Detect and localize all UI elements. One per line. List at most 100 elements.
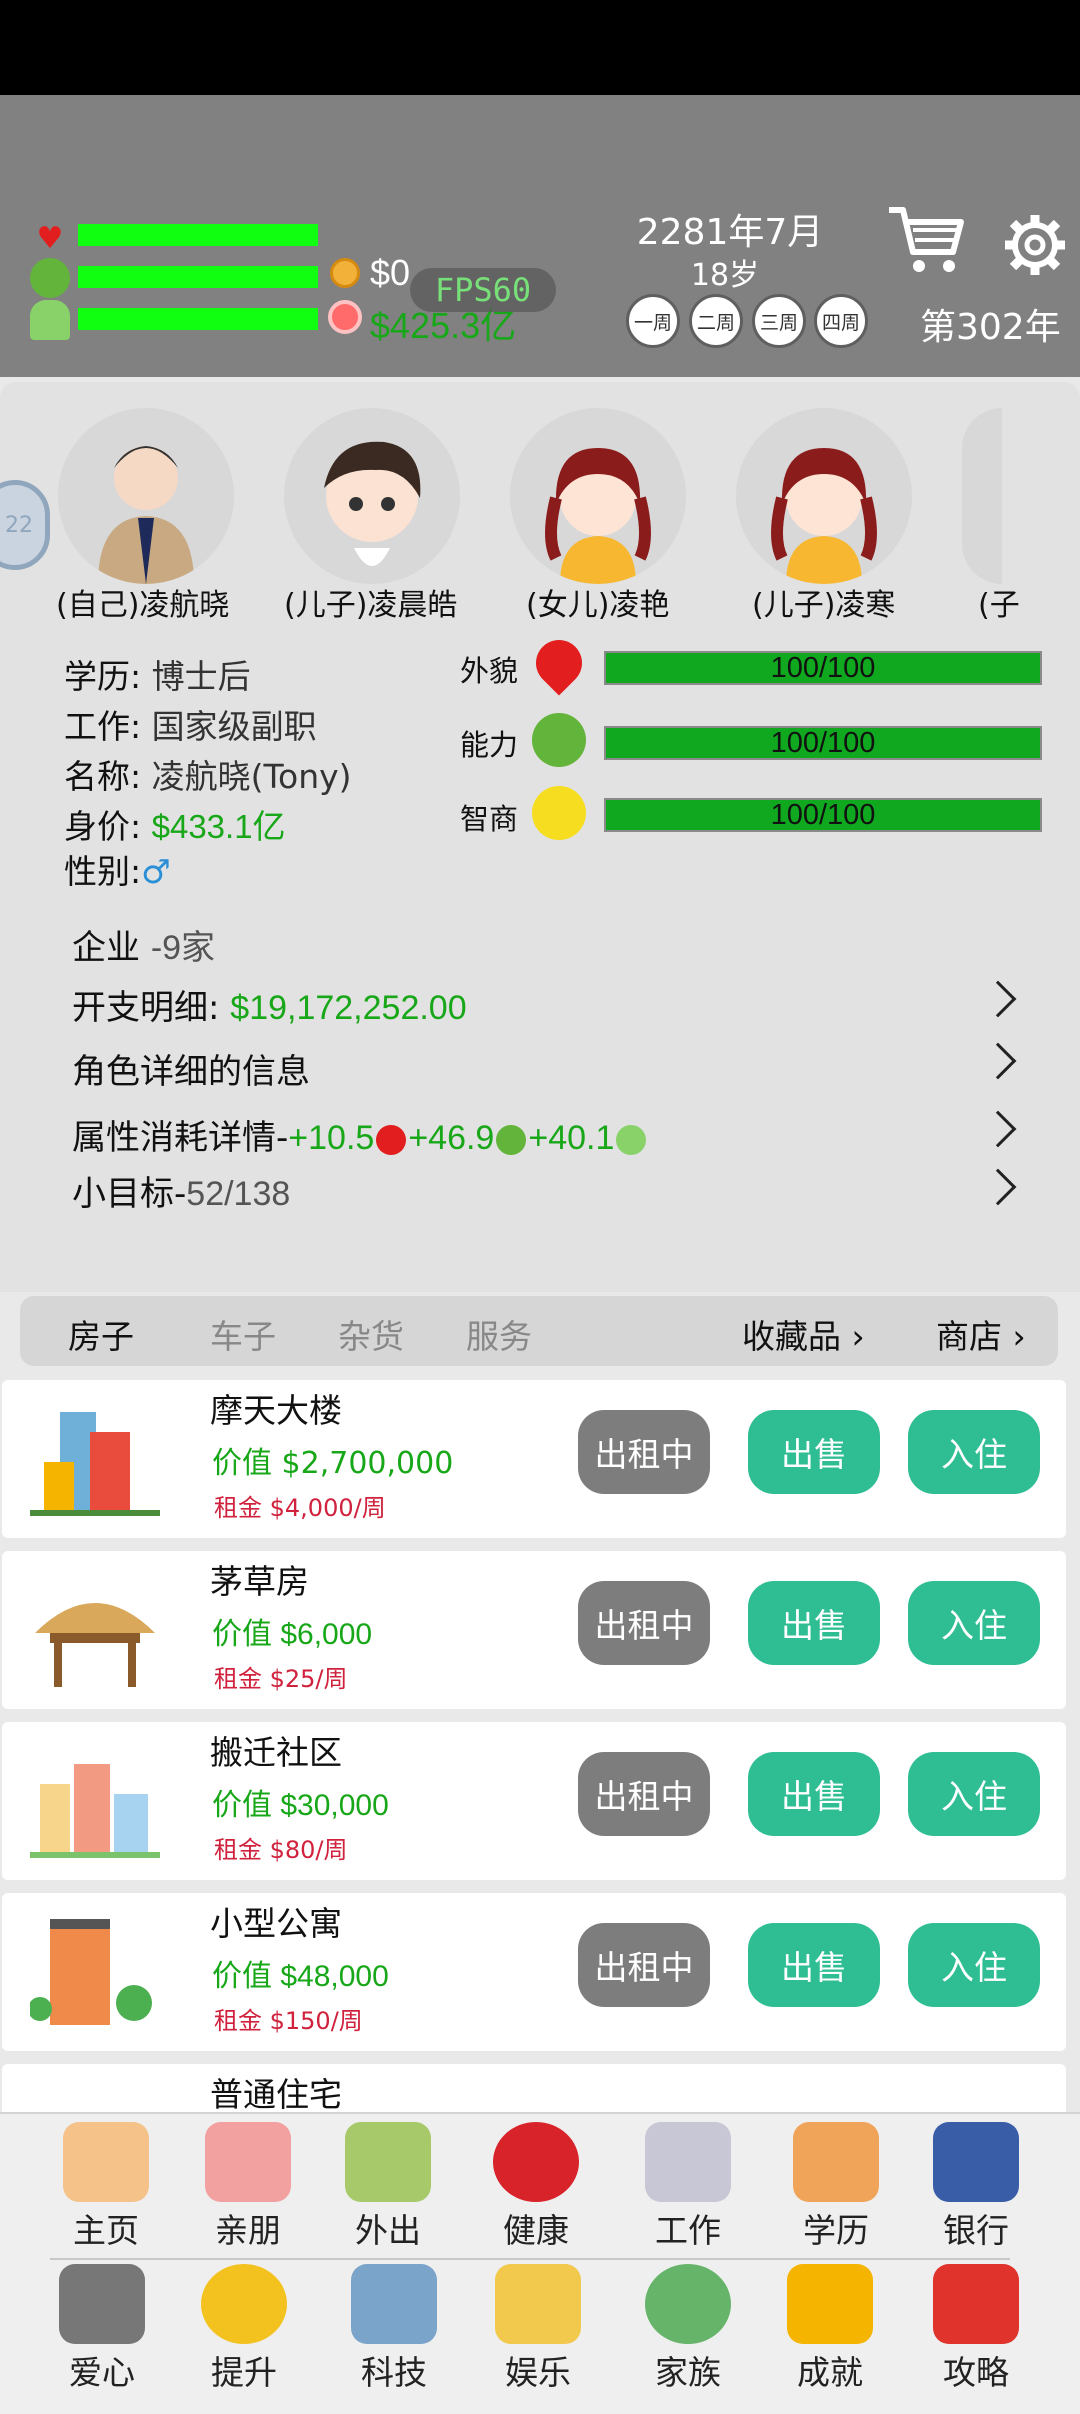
property-price: 价值 $30,000 bbox=[212, 1789, 389, 1822]
nav-education[interactable]: 学历 bbox=[776, 2122, 896, 2252]
job-label: 工作: bbox=[64, 707, 142, 746]
nav-health[interactable]: 健康 bbox=[476, 2122, 596, 2252]
stat-label-ability: 能力 bbox=[460, 728, 519, 762]
property-title: 茅草房 bbox=[210, 1562, 309, 1601]
education-row: 学历: 博士后 bbox=[64, 650, 251, 698]
family-name-son-1: (儿子)凌晨皓 bbox=[284, 588, 458, 623]
tab-house[interactable]: 房子 bbox=[68, 1310, 134, 1358]
category-tabs bbox=[20, 1296, 1058, 1366]
camping-icon bbox=[345, 2122, 431, 2202]
renting-button[interactable]: 出租中 bbox=[578, 1410, 710, 1494]
gender-row: 性别:♂ bbox=[64, 845, 171, 893]
fps-badge: FPS60 bbox=[410, 268, 556, 312]
attribute-consumption-row[interactable]: 属性消耗详情-+10.5 +46.9 +40.1 bbox=[72, 1110, 648, 1159]
nav-label: 银行 bbox=[943, 2211, 1009, 2250]
renting-button[interactable]: 出租中 bbox=[578, 1752, 710, 1836]
avatar-self[interactable] bbox=[58, 408, 234, 584]
family-name-son-2: (儿子)凌寒 bbox=[752, 588, 896, 623]
sell-button[interactable]: 出售 bbox=[748, 1410, 880, 1494]
avatar-son-1[interactable] bbox=[284, 408, 460, 584]
thatched-hut-icon bbox=[35, 1603, 155, 1687]
sell-button[interactable]: 出售 bbox=[748, 1923, 880, 2007]
attr-iq-value: +40.1 bbox=[528, 1119, 615, 1157]
bank-icon bbox=[933, 2122, 1019, 2202]
stat-bar-looks: 100/100 bbox=[604, 651, 1042, 685]
property-title: 普通住宅 bbox=[210, 2075, 342, 2114]
nav-outing[interactable]: 外出 bbox=[328, 2122, 448, 2252]
property-price: 价值 $2,700,000 bbox=[212, 1446, 454, 1481]
week-4-button[interactable]: 四周 bbox=[814, 294, 868, 348]
tab-goods[interactable]: 杂货 bbox=[338, 1310, 404, 1358]
education-label: 学历: bbox=[64, 657, 142, 696]
nav-label: 攻略 bbox=[943, 2353, 1009, 2392]
nav-label: 提升 bbox=[211, 2353, 277, 2392]
family-tree-icon bbox=[645, 2264, 731, 2344]
renting-button[interactable]: 出租中 bbox=[578, 1923, 710, 2007]
education-value: 博士后 bbox=[151, 657, 251, 696]
brain-icon bbox=[30, 300, 70, 340]
property-card bbox=[2, 1893, 1066, 2051]
iq-bar bbox=[78, 308, 318, 330]
dock-divider bbox=[50, 2258, 1010, 2260]
male-icon: ♂ bbox=[141, 852, 171, 891]
nav-bank[interactable]: 银行 bbox=[916, 2122, 1036, 2252]
lightbulb-icon bbox=[201, 2264, 287, 2344]
goal-row[interactable]: 小目标-52/138 bbox=[72, 1166, 290, 1215]
heart-icon bbox=[376, 1124, 407, 1155]
job-value: 国家级副职 bbox=[151, 707, 317, 746]
sell-button[interactable]: 出售 bbox=[748, 1752, 880, 1836]
worth-label: 身价: bbox=[64, 807, 142, 846]
family-name-self: (自己)凌航晓 bbox=[56, 588, 230, 623]
property-price: 价值 $6,000 bbox=[212, 1618, 373, 1651]
nav-guide[interactable]: 攻略 bbox=[916, 2264, 1036, 2394]
worker-icon bbox=[645, 2122, 731, 2202]
avatar-son-2[interactable] bbox=[736, 408, 912, 584]
nav-work[interactable]: 工作 bbox=[628, 2122, 748, 2252]
companies-label: 企业 bbox=[72, 928, 140, 968]
property-rent: 租金 $150/周 bbox=[214, 2007, 363, 2035]
side-drawer-handle[interactable]: 22 bbox=[0, 480, 50, 570]
expense-row[interactable]: 开支明细: $19,172,252.00 bbox=[72, 980, 467, 1029]
week-3-button[interactable]: 三周 bbox=[752, 294, 806, 348]
avatar-daughter[interactable] bbox=[510, 408, 686, 584]
attr-looks-value: +10.5 bbox=[288, 1119, 375, 1157]
avatar-partial[interactable] bbox=[962, 408, 1002, 584]
move-in-button[interactable]: 入住 bbox=[908, 1581, 1040, 1665]
shopping-cart-icon[interactable] bbox=[885, 200, 965, 280]
property-card bbox=[2, 1722, 1066, 1880]
medical-cross-icon bbox=[493, 2122, 579, 2202]
nav-technology[interactable]: 科技 bbox=[334, 2264, 454, 2394]
stat-value-looks: 100/100 bbox=[770, 652, 876, 684]
attr-label: 属性消耗详情- bbox=[72, 1118, 289, 1158]
tab-shop[interactable]: 商店 › bbox=[936, 1310, 1026, 1358]
nav-label: 家族 bbox=[655, 2353, 721, 2392]
nav-achievements[interactable]: 成就 bbox=[770, 2264, 890, 2394]
nav-friends[interactable]: 亲朋 bbox=[188, 2122, 308, 2252]
tab-car[interactable]: 车子 bbox=[210, 1310, 276, 1358]
sell-button[interactable]: 出售 bbox=[748, 1581, 880, 1665]
settings-gear-icon[interactable] bbox=[1000, 210, 1070, 280]
nav-charity[interactable]: 爱心 bbox=[42, 2264, 162, 2394]
year-counter: 第302年 bbox=[920, 307, 1061, 348]
renting-button[interactable]: 出租中 bbox=[578, 1581, 710, 1665]
name-row: 名称: 凌航晓(Tony) bbox=[64, 750, 352, 798]
companies-value: -9家 bbox=[150, 929, 216, 967]
tab-collection[interactable]: 收藏品 › bbox=[742, 1310, 865, 1358]
nav-label: 主页 bbox=[73, 2211, 139, 2250]
move-in-button[interactable]: 入住 bbox=[908, 1410, 1040, 1494]
nav-improve[interactable]: 提升 bbox=[184, 2264, 304, 2394]
nav-entertainment[interactable]: 娱乐 bbox=[478, 2264, 598, 2394]
stat-label-looks: 外貌 bbox=[460, 654, 519, 688]
nav-home[interactable]: 主页 bbox=[46, 2122, 166, 2252]
property-title: 小型公寓 bbox=[210, 1904, 342, 1943]
nav-family[interactable]: 家族 bbox=[628, 2264, 748, 2394]
tab-service[interactable]: 服务 bbox=[466, 1310, 532, 1358]
role-info-row[interactable]: 角色详细的信息 bbox=[72, 1044, 310, 1093]
move-in-button[interactable]: 入住 bbox=[908, 1752, 1040, 1836]
smile-icon bbox=[532, 786, 586, 840]
week-2-button[interactable]: 二周 bbox=[689, 294, 743, 348]
apartment-icon bbox=[30, 1919, 152, 2025]
goal-label: 小目标- bbox=[72, 1174, 187, 1214]
move-in-button[interactable]: 入住 bbox=[908, 1923, 1040, 2007]
week-1-button[interactable]: 一周 bbox=[626, 294, 680, 348]
